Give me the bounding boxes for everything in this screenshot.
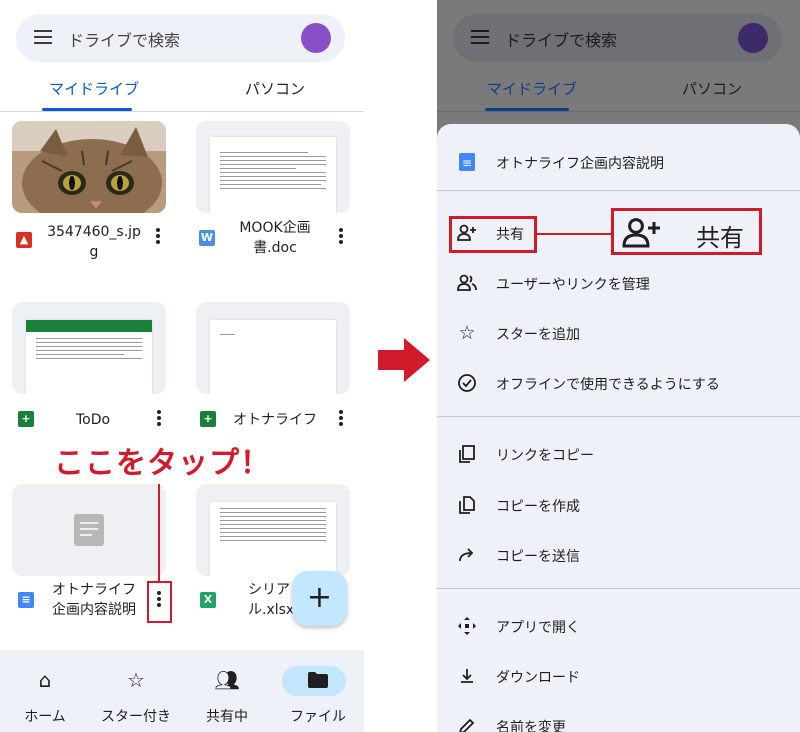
search-bar[interactable]: ドライブで検索	[16, 14, 345, 62]
docs-icon: ≡	[18, 592, 34, 608]
tab-computers[interactable]: パソコン	[682, 78, 742, 99]
menu-item-label: コピーを作成	[496, 499, 580, 515]
star-outline-icon: ☆	[458, 322, 476, 344]
sheets-icon: +	[200, 411, 216, 427]
more-vert-icon[interactable]	[339, 410, 343, 428]
nav-home[interactable]: ⌂ ホーム	[0, 666, 90, 726]
drive-screen-before: ドライブで検索 マイドライブ パソコン ▲ 3547460_s.jp g W M…	[0, 0, 364, 732]
menu-item-label: 名前を変更	[496, 720, 566, 732]
file-thumbnail-docs[interactable]	[12, 484, 166, 576]
drive-tabs: マイドライブ パソコン	[437, 70, 800, 112]
search-bar[interactable]: ドライブで検索	[453, 14, 782, 62]
star-icon: ☆	[127, 668, 145, 692]
new-button[interactable]: +	[292, 571, 347, 626]
file-thumbnail-sheet[interactable]	[12, 302, 166, 394]
menu-item-add-star[interactable]: ☆ スターを追加	[437, 311, 800, 355]
drive-screen-after: ドライブで検索 マイドライブ パソコン ≡ オトナライフ企画内容説明 共有 ユー…	[437, 0, 800, 732]
tab-underline	[485, 108, 569, 111]
menu-item-make-copy[interactable]: コピーを作成	[437, 483, 800, 527]
menu-icon[interactable]	[471, 30, 489, 46]
copy-link-icon	[457, 444, 477, 464]
send-copy-icon	[457, 545, 477, 565]
avatar[interactable]	[301, 23, 331, 53]
share-callout-label: 共有	[696, 224, 744, 252]
file-name[interactable]: オトナライフ	[226, 410, 324, 430]
menu-item-manage-access[interactable]: ユーザーやリンクを管理	[437, 261, 800, 305]
docs-icon: ≡	[459, 153, 475, 171]
person-add-icon	[622, 218, 660, 248]
file-name[interactable]: シリア ル.xlsx	[248, 580, 294, 620]
file-name[interactable]: 3547460_s.jp g	[44, 222, 144, 262]
excel-icon: X	[200, 592, 216, 608]
file-thumbnail-doc[interactable]	[196, 121, 350, 213]
sheets-icon: +	[18, 411, 34, 427]
share-highlight	[449, 216, 537, 253]
menu-item-label: アプリで開く	[496, 620, 580, 636]
manage-people-icon	[457, 273, 477, 293]
drive-tabs: マイドライブ パソコン	[0, 70, 364, 112]
share-callout: 共有	[611, 208, 762, 255]
file-name[interactable]: ToDo	[48, 410, 138, 430]
tab-computers[interactable]: パソコン	[245, 78, 305, 99]
menu-item-rename[interactable]: 名前を変更	[437, 704, 800, 732]
people-icon: 👥︎	[214, 668, 240, 692]
more-vert-icon[interactable]	[157, 410, 161, 428]
menu-item-copy-link[interactable]: リンクをコピー	[437, 432, 800, 476]
menu-item-label: スターを追加	[496, 327, 580, 343]
file-name[interactable]: MOOK企画 書.doc	[225, 218, 325, 258]
menu-item-label: ユーザーやリンクを管理	[496, 277, 650, 293]
open-with-icon	[457, 616, 477, 636]
nav-label: 共有中	[206, 709, 248, 725]
make-copy-icon	[457, 495, 477, 515]
download-icon	[457, 666, 477, 686]
menu-icon[interactable]	[34, 30, 52, 46]
divider	[437, 416, 800, 417]
tab-my-drive[interactable]: マイドライブ	[49, 78, 139, 99]
cat-photo	[12, 121, 166, 213]
menu-item-label: オフラインで使用できるようにする	[496, 377, 720, 393]
divider	[437, 588, 800, 589]
nav-label: スター付き	[101, 709, 171, 725]
menu-item-label: ダウンロード	[496, 670, 580, 686]
more-vert-icon[interactable]	[157, 591, 161, 609]
home-icon: ⌂	[38, 668, 52, 692]
more-vert-icon[interactable]	[339, 228, 343, 246]
nav-label: ホーム	[24, 709, 66, 725]
file-name[interactable]: オトナライフ 企画内容説明	[44, 580, 144, 620]
sheet-header: ≡ オトナライフ企画内容説明	[437, 140, 800, 184]
menu-item-label: リンクをコピー	[496, 448, 594, 464]
tab-underline	[42, 108, 132, 111]
search-placeholder: ドライブで検索	[68, 31, 181, 50]
menu-item-label: コピーを送信	[496, 549, 580, 565]
nav-files[interactable]: ファイル	[273, 666, 363, 726]
menu-item-open-with[interactable]: アプリで開く	[437, 604, 800, 648]
nav-shared[interactable]: 👥︎ 共有中	[182, 666, 272, 726]
avatar[interactable]	[738, 23, 768, 53]
word-icon: W	[199, 230, 215, 246]
file-thumbnail-image[interactable]	[12, 121, 166, 213]
image-icon: ▲	[16, 232, 32, 248]
file-thumbnail-excel[interactable]	[196, 484, 350, 576]
arrow-right-icon	[378, 338, 430, 382]
file-title: オトナライフ企画内容説明	[496, 156, 664, 172]
callout-line	[537, 233, 612, 235]
bottom-nav: ⌂ ホーム ☆ スター付き 👥︎ 共有中 ファイル	[0, 650, 364, 732]
annotation-line	[158, 484, 160, 582]
folder-icon	[273, 666, 363, 694]
offline-check-icon	[457, 373, 477, 393]
menu-item-download[interactable]: ダウンロード	[437, 654, 800, 698]
menu-item-offline[interactable]: オフラインで使用できるようにする	[437, 361, 800, 405]
more-vert-icon[interactable]	[156, 228, 160, 246]
tab-my-drive[interactable]: マイドライブ	[487, 78, 577, 99]
rename-icon	[457, 716, 477, 732]
tap-here-annotation: ここをタップ！	[54, 446, 271, 481]
nav-starred[interactable]: ☆ スター付き	[91, 666, 181, 726]
file-thumbnail-sheet[interactable]	[196, 302, 350, 394]
docs-placeholder-icon	[74, 514, 104, 546]
menu-item-send-copy[interactable]: コピーを送信	[437, 533, 800, 577]
nav-label: ファイル	[290, 709, 346, 725]
search-placeholder: ドライブで検索	[505, 31, 618, 50]
divider	[437, 190, 800, 191]
